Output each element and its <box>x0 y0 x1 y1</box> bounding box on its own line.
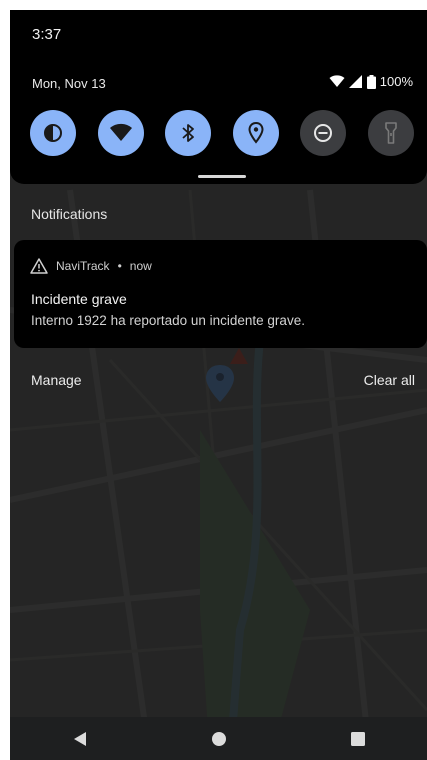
wifi-tile[interactable] <box>97 110 144 156</box>
quick-settings-tiles <box>30 110 414 156</box>
invert-colors-icon <box>44 124 62 142</box>
warning-icon <box>30 258 48 274</box>
navigation-bar <box>10 717 427 760</box>
battery-percent: 100% <box>379 74 413 89</box>
location-tile[interactable] <box>232 110 279 156</box>
flashlight-icon <box>385 122 397 144</box>
notifications-header: Notifications <box>31 206 108 222</box>
notification-time: now <box>129 259 152 273</box>
battery-icon <box>366 74 376 89</box>
notification-card[interactable]: NaviTrack • now Incidente grave Interno … <box>14 240 427 348</box>
recents-button[interactable] <box>338 724 378 754</box>
wifi-signal-icon <box>329 75 345 87</box>
notification-header: NaviTrack • now <box>30 258 152 274</box>
notification-title: Incidente grave <box>31 291 127 307</box>
clear-all-button[interactable]: Clear all <box>364 372 415 388</box>
status-icons: 100% <box>329 74 413 89</box>
quick-settings-panel[interactable]: 3:37 Mon, Nov 13 100% <box>10 10 427 184</box>
invert-colors-tile[interactable] <box>30 110 76 156</box>
home-button[interactable] <box>199 724 239 754</box>
cell-signal-icon <box>348 75 362 88</box>
bluetooth-tile[interactable] <box>165 110 212 156</box>
do-not-disturb-tile[interactable] <box>300 110 347 156</box>
phone-screen: 3:37 Mon, Nov 13 100% Notifications Navi… <box>10 10 427 760</box>
recents-icon <box>350 731 365 746</box>
back-icon <box>73 731 86 746</box>
notification-text: Interno 1922 ha reportado un incidente g… <box>31 313 305 328</box>
status-time: 3:37 <box>32 26 62 43</box>
location-icon <box>248 122 264 144</box>
status-date: Mon, Nov 13 <box>32 76 106 91</box>
home-icon <box>211 731 226 746</box>
notification-separator: • <box>117 259 122 273</box>
notification-app-name: NaviTrack <box>56 259 110 273</box>
do-not-disturb-icon <box>314 124 333 142</box>
back-button[interactable] <box>60 724 100 754</box>
wifi-icon <box>109 123 132 141</box>
manage-button[interactable]: Manage <box>31 372 82 388</box>
drag-handle[interactable] <box>198 175 246 178</box>
bluetooth-icon <box>182 124 195 142</box>
flashlight-tile[interactable] <box>367 110 414 156</box>
